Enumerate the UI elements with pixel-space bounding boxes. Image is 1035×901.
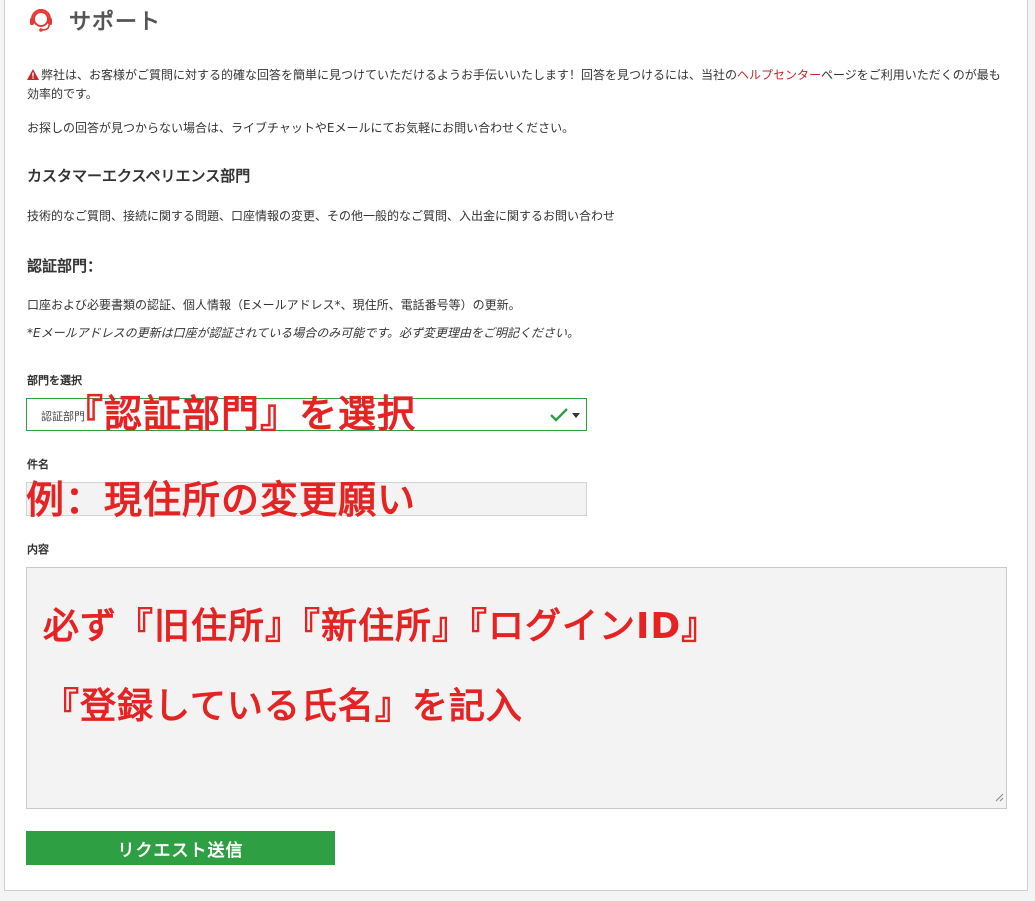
contact-text: お探しの回答が見つからない場合は、ライブチャットやEメールにてお気軽にお問い合わ… [27,121,575,135]
verification-department-description: 口座および必要書類の認証、個人情報（Eメールアドレス*、現住所、電話番号等）の更… [27,298,521,312]
page-header: サポート [27,1,161,39]
notice-text-before: 弊社は、お客様がご質問に対する的確な回答を簡単に見つけていただけるようお手伝いい… [41,68,738,82]
subject-hint-annotation: 例：現住所の変更願い [26,478,417,522]
support-headset-icon [27,6,55,34]
cx-department-description: 技術的なご質問、接続に関する問題、口座情報の変更、その他一般的なご質問、入出金に… [27,209,616,223]
help-notice: 弊社は、お客様がご質問に対する的確な回答を簡単に見つけていただけるようお手伝いい… [27,66,1007,103]
resize-handle-icon[interactable] [994,787,1004,806]
page-title: サポート [69,10,162,35]
content-label: 内容 [27,543,49,556]
check-icon [550,407,568,426]
verification-department-note: *Eメールアドレスの更新は口座が認証されている場合のみ可能です。必ず変更理由をご… [27,326,580,340]
cx-department-title: カスタマーエクスペリエンス部門 [27,167,251,185]
content-hint-line1: 必ず『旧住所』『新住所』『ログインID』 [43,606,719,647]
help-center-link[interactable]: ヘルプセンター [737,68,821,82]
chevron-down-icon[interactable] [572,413,580,418]
warning-icon [27,67,39,85]
submit-request-button[interactable]: リクエスト送信 [26,831,335,865]
verification-department-title: 認証部門： [27,257,103,275]
content-hint-line2: 『登録している氏名』を記入 [43,686,523,727]
support-panel: サポート 弊社は、お客様がご質問に対する的確な回答を簡単に見つけていただけるよう… [4,0,1028,891]
select-hint-annotation: 『認証部門』を選択 [65,392,417,436]
